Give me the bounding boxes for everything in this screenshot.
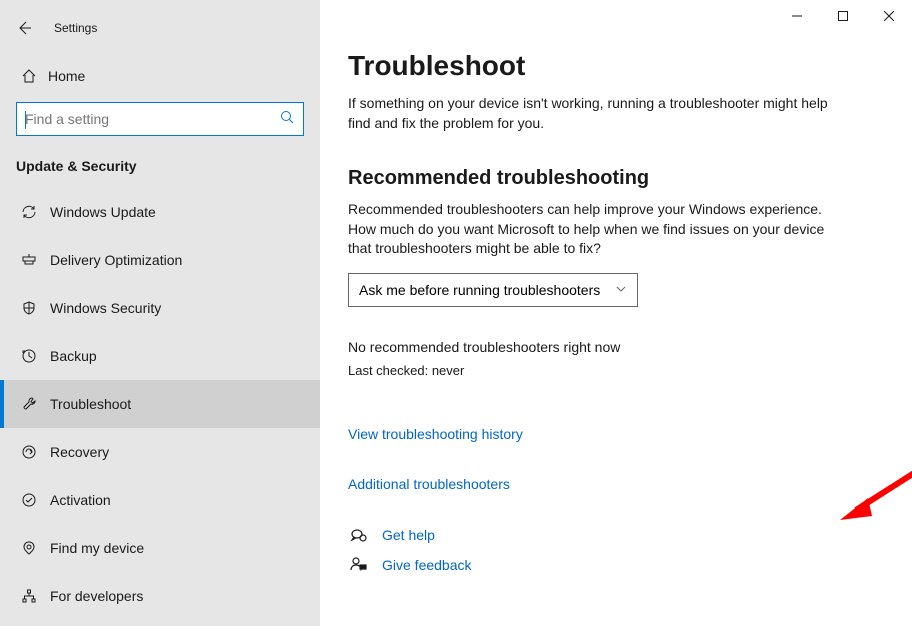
section-title: Recommended troubleshooting <box>348 167 884 190</box>
sidebar-item-label: Find my device <box>50 540 144 556</box>
maximize-icon <box>838 11 848 21</box>
back-arrow-icon <box>16 20 32 36</box>
recovery-icon <box>18 444 40 460</box>
sidebar-item-label: Troubleshoot <box>50 396 131 412</box>
delivery-icon <box>18 252 40 268</box>
main-content: Troubleshoot If something on your device… <box>320 0 912 626</box>
sidebar-item-recovery[interactable]: Recovery <box>0 428 320 476</box>
sidebar-item-label: Windows Security <box>50 300 161 316</box>
window-title: Settings <box>54 21 97 35</box>
search-input[interactable] <box>25 111 279 127</box>
additional-troubleshooters-link[interactable]: Additional troubleshooters <box>348 476 884 492</box>
home-label: Home <box>48 68 85 84</box>
sidebar-item-find-my-device[interactable]: Find my device <box>0 524 320 572</box>
sidebar-item-windows-update[interactable]: Windows Update <box>0 188 320 236</box>
sidebar-item-delivery-optimization[interactable]: Delivery Optimization <box>0 236 320 284</box>
get-help-label: Get help <box>382 527 435 543</box>
status-text: No recommended troubleshooters right now <box>348 339 884 355</box>
close-button[interactable] <box>866 0 912 32</box>
titlebar: Settings <box>0 8 320 48</box>
last-checked-text: Last checked: never <box>348 363 884 378</box>
sidebar-item-troubleshoot[interactable]: Troubleshoot <box>0 380 320 428</box>
maximize-button[interactable] <box>820 0 866 32</box>
footer-links: Get help Give feedback <box>348 526 884 574</box>
chevron-down-icon <box>615 282 627 298</box>
sidebar-item-windows-security[interactable]: Windows Security <box>0 284 320 332</box>
get-help-link[interactable]: Get help <box>348 526 884 544</box>
troubleshoot-preference-dropdown[interactable]: Ask me before running troubleshooters <box>348 273 638 307</box>
search-icon <box>279 109 295 130</box>
window-controls <box>774 0 912 32</box>
feedback-icon <box>348 556 370 574</box>
sidebar-item-label: Activation <box>50 492 111 508</box>
home-icon <box>18 68 40 84</box>
help-icon <box>348 526 370 544</box>
give-feedback-link[interactable]: Give feedback <box>348 556 884 574</box>
search-box[interactable] <box>16 102 304 136</box>
text-cursor <box>25 111 26 129</box>
activation-icon <box>18 492 40 508</box>
sidebar-item-label: Windows Update <box>50 204 156 220</box>
backup-icon <box>18 348 40 364</box>
view-history-link[interactable]: View troubleshooting history <box>348 426 884 442</box>
sync-icon <box>18 204 40 220</box>
section-description: Recommended troubleshooters can help imp… <box>348 200 848 259</box>
wrench-icon <box>18 396 40 412</box>
developer-icon <box>18 588 40 604</box>
annotation-arrow <box>840 460 912 530</box>
sidebar-item-label: For developers <box>50 588 143 604</box>
give-feedback-label: Give feedback <box>382 557 472 573</box>
sidebar-item-label: Delivery Optimization <box>50 252 182 268</box>
sidebar-item-backup[interactable]: Backup <box>0 332 320 380</box>
minimize-icon <box>792 11 802 21</box>
minimize-button[interactable] <box>774 0 820 32</box>
back-button[interactable] <box>0 20 48 36</box>
sidebar-item-label: Recovery <box>50 444 109 460</box>
page-description: If something on your device isn't workin… <box>348 94 848 133</box>
sidebar-item-label: Backup <box>50 348 97 364</box>
shield-icon <box>18 300 40 316</box>
location-icon <box>18 540 40 556</box>
category-header: Update & Security <box>0 150 320 188</box>
home-nav[interactable]: Home <box>0 58 320 94</box>
sidebar-item-for-developers[interactable]: For developers <box>0 572 320 620</box>
sidebar-item-activation[interactable]: Activation <box>0 476 320 524</box>
sidebar: Settings Home Update & Security Windows … <box>0 0 320 626</box>
dropdown-value: Ask me before running troubleshooters <box>359 282 600 298</box>
close-icon <box>884 11 894 21</box>
